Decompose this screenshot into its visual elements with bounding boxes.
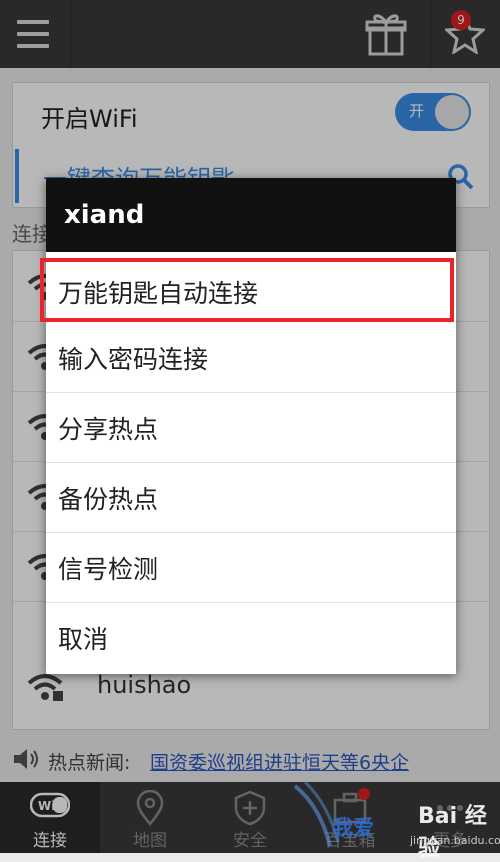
watermark-brand: Bai 经验 (418, 804, 487, 861)
network-action-dialog: xiand 万能钥匙自动连接 输入密码连接 分享热点 备份热点 信号检测 取消 (40, 178, 456, 674)
option-label: 备份热点 (58, 485, 159, 514)
cancel-option[interactable]: 取消 (46, 602, 456, 672)
auto-connect-option[interactable]: 万能钥匙自动连接 (40, 258, 454, 322)
dialog-header: xiand (46, 178, 456, 252)
option-label: 分享热点 (58, 415, 159, 444)
password-connect-option[interactable]: 输入密码连接 (46, 322, 456, 393)
watermark-url: jingyan.baidu.com (410, 834, 500, 847)
watermark-text: 我爱 (332, 816, 374, 840)
option-label: 信号检测 (58, 555, 159, 584)
share-hotspot-option[interactable]: 分享热点 (46, 392, 456, 463)
baidu-watermark: 我爱 Bai 经验 jingyan.baidu.com (290, 776, 500, 861)
option-label: 万能钥匙自动连接 (58, 279, 259, 308)
backup-hotspot-option[interactable]: 备份热点 (46, 462, 456, 533)
dialog-title: xiand (64, 200, 145, 230)
signal-check-option[interactable]: 信号检测 (46, 532, 456, 603)
option-label: 输入密码连接 (58, 345, 209, 374)
option-label: 取消 (58, 625, 109, 654)
